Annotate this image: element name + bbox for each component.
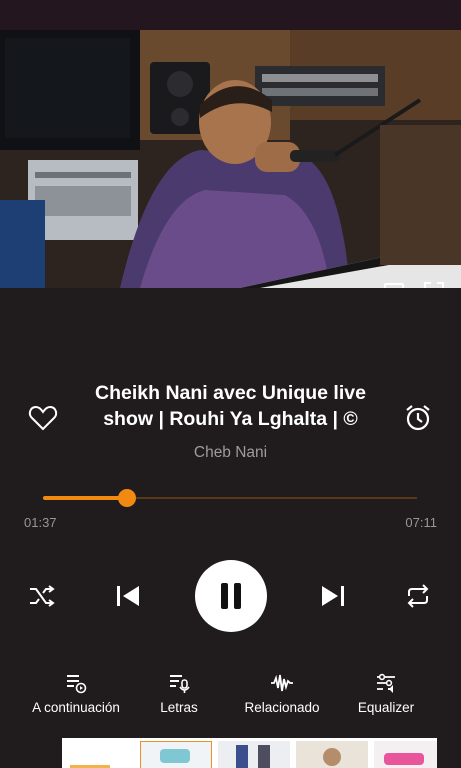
pause-button[interactable] — [195, 560, 267, 632]
skip-previous-icon — [117, 586, 139, 606]
status-bar-area — [0, 0, 461, 30]
tab-equalizer[interactable]: Equalizer — [350, 672, 422, 715]
tab-label: A continuación — [32, 700, 120, 715]
repeat-button[interactable] — [404, 583, 432, 609]
heart-icon — [28, 405, 58, 431]
track-info: Cheikh Nani avec Unique live show | Rouh… — [80, 380, 381, 462]
tab-lyrics[interactable]: Letras — [145, 672, 213, 715]
previous-button[interactable] — [115, 583, 141, 609]
skip-next-icon — [322, 586, 344, 606]
tab-label: Equalizer — [357, 700, 415, 715]
pip-button[interactable] — [382, 280, 406, 288]
video-player[interactable] — [0, 30, 461, 288]
ad-logo-image — [62, 741, 132, 768]
tab-related[interactable]: Relacionado — [236, 672, 328, 715]
next-button[interactable] — [320, 583, 346, 609]
seek-handle[interactable] — [118, 489, 137, 507]
seek-progress-fill — [43, 496, 128, 500]
equalizer-icon — [377, 673, 395, 693]
ad-product-image[interactable] — [374, 741, 437, 768]
shuffle-button[interactable] — [28, 583, 56, 609]
picture-in-picture-icon — [384, 283, 404, 288]
ad-banner[interactable] — [62, 738, 437, 768]
lyrics-icon — [170, 675, 190, 693]
artist-name[interactable]: Cheb Nani — [80, 444, 381, 462]
ad-product-image-1 — [139, 740, 213, 768]
ad-logo — [62, 741, 132, 768]
tab-up-next[interactable]: A continuación — [20, 672, 132, 715]
ad-product-image-4 — [374, 741, 437, 768]
song-title: Cheikh Nani avec Unique live show | Rouh… — [95, 382, 366, 430]
favorite-button[interactable] — [28, 404, 58, 432]
total-duration: 07:11 — [405, 515, 437, 530]
ad-product-image-2 — [218, 741, 290, 768]
sleep-timer-button[interactable] — [403, 403, 433, 433]
ad-product-image[interactable] — [139, 740, 213, 768]
waveform-icon — [271, 674, 293, 692]
queue-icon — [67, 675, 87, 694]
ad-product-image[interactable] — [218, 741, 290, 768]
ad-product-image[interactable] — [296, 741, 368, 768]
video-frame — [0, 30, 461, 288]
bottom-tabs: A continuación Letras Relacionado Equali… — [0, 672, 461, 722]
ad-product-image-3 — [296, 741, 368, 768]
fullscreen-button[interactable] — [422, 280, 446, 288]
alarm-clock-icon — [406, 405, 430, 431]
seek-bar[interactable] — [43, 489, 417, 507]
pause-icon — [221, 583, 241, 609]
shuffle-icon — [30, 585, 55, 607]
tab-label: Letras — [160, 700, 198, 715]
tab-label: Relacionado — [244, 700, 320, 715]
elapsed-time: 01:37 — [24, 515, 57, 530]
fullscreen-icon — [424, 282, 444, 288]
repeat-icon — [407, 584, 429, 608]
